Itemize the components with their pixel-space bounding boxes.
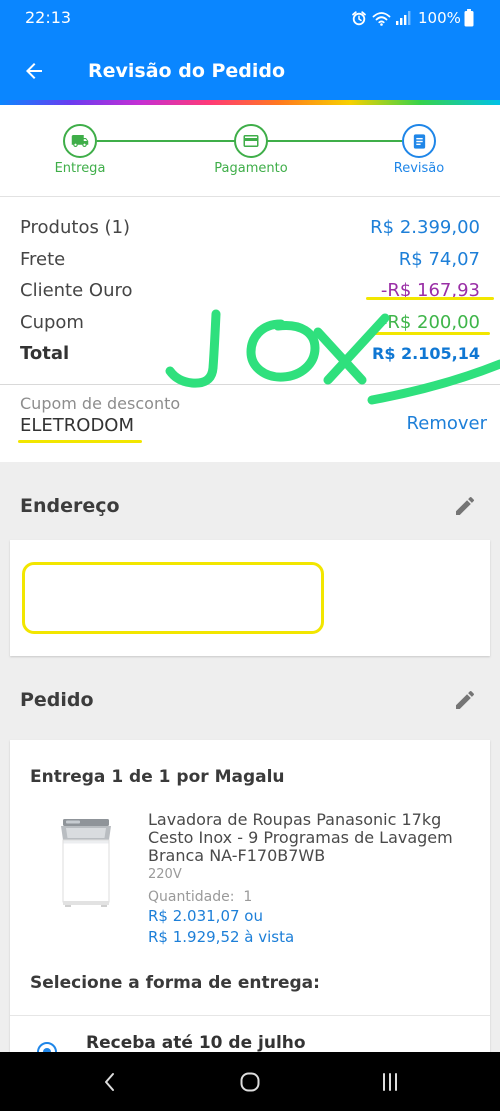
- document-icon: [413, 133, 425, 149]
- quantity-value: 1: [243, 889, 253, 905]
- highlight-box: [22, 562, 324, 634]
- remove-coupon-button[interactable]: Remover: [407, 413, 487, 435]
- checkout-stepper: Entrega Pagamento Revisão: [0, 105, 500, 197]
- shipping-prompt: Selecione a forma de entrega:: [30, 973, 320, 993]
- summary-label: Cupom: [20, 311, 84, 333]
- status-bar: 22:13 100%: [0, 0, 500, 36]
- nav-recents-icon[interactable]: [380, 1072, 400, 1092]
- step-circle: [234, 124, 268, 158]
- step-circle: [402, 124, 436, 158]
- handwritten-annotation: [165, 309, 500, 405]
- step-revisao[interactable]: Revisão: [359, 105, 479, 195]
- pencil-icon[interactable]: [453, 494, 477, 518]
- highlight-underline: [18, 440, 142, 443]
- summary-row-products: Produtos (1) R$ 2.399,00: [0, 212, 500, 244]
- status-time: 22:13: [25, 8, 72, 27]
- quantity-label: Quantidade:: [148, 889, 235, 905]
- step-label: Pagamento: [214, 161, 288, 176]
- delivery-title: Entrega 1 de 1 por Magalu: [30, 767, 285, 787]
- washing-machine-icon: [61, 819, 111, 907]
- coupon-label: Cupom de desconto: [20, 394, 181, 413]
- coupon-code: ELETRODOM: [20, 415, 135, 436]
- truck-icon: [71, 135, 89, 147]
- signal-icon: [396, 11, 411, 25]
- page-title: Revisão do Pedido: [88, 60, 286, 82]
- product-voltage: 220V: [148, 867, 182, 882]
- order-card: Entrega 1 de 1 por Magalu Lavadora de Ro…: [10, 740, 490, 1052]
- product-name: Lavadora de Roupas Panasonic 17kg Cesto …: [148, 810, 453, 865]
- alarm-icon: [352, 11, 366, 26]
- summary-value: R$ 74,07: [398, 248, 480, 270]
- step-label: Entrega: [54, 161, 106, 176]
- step-circle: [63, 124, 97, 158]
- summary-row-shipping: Frete R$ 74,07: [0, 244, 500, 276]
- shipping-option-label: Receba até 10 de julho: [86, 1033, 306, 1052]
- shipping-radio[interactable]: [37, 1042, 57, 1052]
- product-quantity: Quantidade: 1: [148, 889, 252, 905]
- arrow-back-icon[interactable]: [22, 59, 46, 83]
- step-label: Revisão: [393, 161, 445, 176]
- summary-value: R$ 2.399,00: [370, 217, 480, 238]
- wifi-icon: [372, 12, 391, 26]
- price-installments: R$ 2.031,07 ou: [148, 907, 263, 925]
- price-cash: R$ 1.929,52 à vista: [148, 928, 295, 946]
- step-pagamento[interactable]: Pagamento: [191, 105, 311, 195]
- divider: [10, 1015, 490, 1016]
- address-section-title: Endereço: [20, 495, 120, 517]
- summary-label: Frete: [20, 248, 66, 270]
- address-card[interactable]: [10, 540, 490, 656]
- system-nav-bar: [0, 1052, 500, 1111]
- app-bar: Revisão do Pedido: [0, 36, 500, 100]
- summary-label: Produtos (1): [20, 217, 131, 238]
- order-section-title: Pedido: [20, 689, 94, 711]
- pencil-icon[interactable]: [453, 688, 477, 712]
- total-label: Total: [20, 343, 70, 364]
- credit-card-icon: [243, 135, 259, 147]
- nav-back-icon[interactable]: [100, 1072, 120, 1092]
- step-entrega[interactable]: Entrega: [20, 105, 140, 195]
- nav-home-icon[interactable]: [240, 1072, 260, 1092]
- summary-label: Cliente Ouro: [20, 280, 133, 301]
- shipping-option[interactable]: Receba até 10 de julho: [10, 1020, 490, 1052]
- battery-percent: 100%: [418, 9, 461, 27]
- battery-icon: [464, 9, 474, 27]
